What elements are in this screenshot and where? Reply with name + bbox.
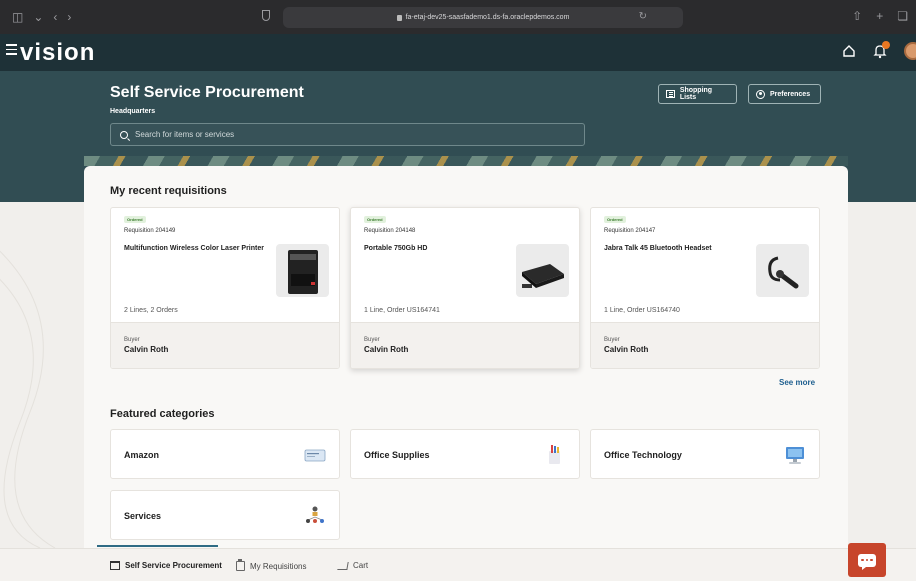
requisition-card[interactable]: Ordered Requisition 204148 Portable 750G… bbox=[350, 207, 580, 369]
app-logo[interactable]: vision bbox=[20, 39, 95, 67]
banner-decoration bbox=[84, 156, 848, 166]
page-title: Self Service Procurement bbox=[110, 84, 304, 101]
location-subtitle: Headquarters bbox=[110, 108, 156, 115]
list-icon bbox=[666, 90, 675, 98]
nav-cart[interactable]: Cart bbox=[337, 561, 369, 570]
buyer-label: Buyer bbox=[124, 337, 140, 343]
share-icon[interactable]: ⇧ bbox=[852, 9, 862, 23]
lock-icon bbox=[396, 14, 402, 21]
amazon-card-icon bbox=[303, 443, 327, 467]
gear-icon bbox=[756, 89, 765, 99]
lines-summary: 2 Lines, 2 Orders bbox=[124, 307, 178, 314]
computer-icon bbox=[783, 443, 807, 467]
featured-categories-title: Featured categories bbox=[110, 408, 215, 420]
item-name: Multifunction Wireless Color Laser Print… bbox=[124, 245, 264, 252]
card-footer: Buyer Calvin Roth bbox=[591, 322, 819, 368]
org-chart-icon bbox=[303, 504, 327, 528]
store-icon bbox=[110, 561, 120, 570]
search-input[interactable]: Search for items or services bbox=[110, 123, 585, 146]
sidebar-toggle-icon[interactable]: ◫ bbox=[12, 10, 23, 24]
chat-button[interactable] bbox=[848, 543, 886, 577]
search-placeholder: Search for items or services bbox=[135, 130, 235, 139]
preferences-label: Preferences bbox=[770, 90, 811, 98]
active-tab-indicator bbox=[97, 545, 218, 547]
requisition-number: Requisition 204148 bbox=[364, 228, 416, 234]
office-supplies-icon bbox=[543, 443, 567, 467]
requisition-card[interactable]: Ordered Requisition 204149 Multifunction… bbox=[110, 207, 340, 369]
app-header: vision bbox=[0, 34, 916, 71]
category-label: Services bbox=[124, 511, 162, 521]
privacy-shield-icon[interactable] bbox=[262, 10, 270, 21]
browser-toolbar: ◫ ⌄ ‹ › fa-etaj-dev25-saasfademo1.ds-fa.… bbox=[0, 0, 916, 34]
bottom-navigation: Self Service Procurement My Requisitions… bbox=[0, 548, 916, 581]
lines-summary: 1 Line, Order US164741 bbox=[364, 307, 440, 314]
requisition-card[interactable]: Ordered Requisition 204147 Jabra Talk 45… bbox=[590, 207, 820, 369]
notification-badge bbox=[882, 41, 890, 49]
requisition-number: Requisition 204147 bbox=[604, 228, 656, 234]
nav-label: My Requisitions bbox=[250, 561, 307, 571]
shopping-lists-button[interactable]: Shopping Lists bbox=[658, 84, 737, 104]
category-card-office-supplies[interactable]: Office Supplies bbox=[350, 429, 580, 479]
address-bar[interactable]: fa-etaj-dev25-saasfademo1.ds-fa.oraclepd… bbox=[283, 7, 683, 28]
search-icon bbox=[120, 130, 128, 139]
forward-icon[interactable]: › bbox=[67, 10, 71, 24]
hard-drive-image bbox=[516, 244, 569, 297]
nav-my-requisitions[interactable]: My Requisitions bbox=[236, 559, 307, 571]
tabs-overview-icon[interactable]: ❏ bbox=[897, 9, 908, 23]
nav-label: Cart bbox=[353, 561, 369, 570]
notifications-bell-icon[interactable] bbox=[872, 41, 890, 59]
card-footer: Buyer Calvin Roth bbox=[351, 322, 579, 368]
back-icon[interactable]: ‹ bbox=[53, 10, 57, 24]
category-card-services[interactable]: Services bbox=[110, 490, 340, 540]
cart-icon bbox=[337, 561, 349, 570]
requisition-number: Requisition 204149 bbox=[124, 228, 176, 234]
clipboard-icon bbox=[236, 559, 245, 571]
category-label: Amazon bbox=[124, 450, 160, 460]
buyer-name: Calvin Roth bbox=[604, 345, 649, 354]
nav-self-service-procurement[interactable]: Self Service Procurement bbox=[110, 561, 222, 570]
preferences-button[interactable]: Preferences bbox=[748, 84, 821, 104]
printer-image bbox=[276, 244, 329, 297]
nav-label: Self Service Procurement bbox=[125, 561, 222, 570]
card-footer: Buyer Calvin Roth bbox=[111, 322, 339, 368]
category-label: Office Supplies bbox=[364, 450, 430, 460]
header-icons bbox=[842, 41, 916, 60]
background-decoration bbox=[0, 202, 84, 548]
recent-requisitions-title: My recent requisitions bbox=[110, 185, 227, 197]
category-label: Office Technology bbox=[604, 450, 682, 460]
headset-image bbox=[756, 244, 809, 297]
item-name: Jabra Talk 45 Bluetooth Headset bbox=[604, 245, 712, 252]
browser-nav-controls: ◫ ⌄ ‹ › bbox=[0, 10, 71, 24]
item-name: Portable 750Gb HD bbox=[364, 245, 428, 252]
reload-icon[interactable]: ↻ bbox=[639, 11, 647, 22]
buyer-name: Calvin Roth bbox=[124, 345, 169, 354]
status-badge: Ordered bbox=[604, 216, 626, 223]
chevron-down-icon[interactable]: ⌄ bbox=[33, 10, 43, 24]
buyer-label: Buyer bbox=[364, 337, 380, 343]
menu-icon[interactable] bbox=[6, 44, 17, 55]
category-card-amazon[interactable]: Amazon bbox=[110, 429, 340, 479]
buyer-name: Calvin Roth bbox=[364, 345, 409, 354]
buyer-label: Buyer bbox=[604, 337, 620, 343]
new-tab-icon[interactable]: + bbox=[876, 9, 883, 23]
status-badge: Ordered bbox=[124, 216, 146, 223]
status-badge: Ordered bbox=[364, 216, 386, 223]
shopping-lists-label: Shopping Lists bbox=[679, 87, 713, 101]
see-more-link[interactable]: See more bbox=[779, 378, 815, 387]
home-icon[interactable] bbox=[842, 44, 856, 58]
lines-summary: 1 Line, Order US164740 bbox=[604, 307, 680, 314]
url-text: fa-etaj-dev25-saasfademo1.ds-fa.oraclepd… bbox=[405, 14, 570, 21]
browser-actions: ⇧ + ❏ bbox=[852, 9, 908, 23]
category-card-office-technology[interactable]: Office Technology bbox=[590, 429, 820, 479]
chat-bubble-icon bbox=[858, 553, 876, 570]
user-avatar[interactable] bbox=[904, 42, 916, 60]
